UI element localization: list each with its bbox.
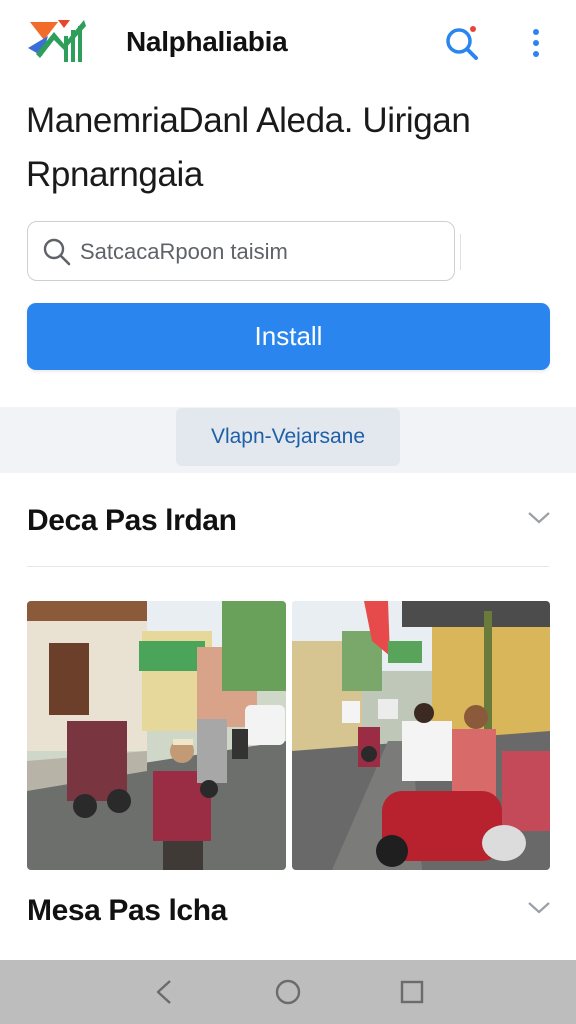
search-field[interactable]: [27, 221, 461, 281]
more-vert-icon[interactable]: [520, 22, 552, 66]
gallery-photo-left[interactable]: [27, 601, 286, 870]
section-header-2[interactable]: Mesa Pas lcha: [27, 894, 227, 928]
section-divider: [27, 566, 549, 567]
search-input[interactable]: [80, 230, 440, 274]
recents-square-icon[interactable]: [392, 972, 432, 1012]
system-nav-bar: [0, 960, 576, 1024]
chart-logo-icon: [28, 18, 90, 64]
back-triangle-icon[interactable]: [144, 972, 184, 1012]
app-name: Nalphaliabia: [126, 26, 288, 57]
chevron-down-icon[interactable]: [524, 503, 554, 533]
search-icon[interactable]: [440, 22, 484, 66]
page-title-line-1: ManemriaDanl Aleda. Uirigan: [26, 101, 471, 140]
search-field-icon: [42, 237, 72, 267]
chevron-down-icon[interactable]: [524, 893, 554, 923]
gallery-photo-right[interactable]: [292, 601, 550, 870]
page-title: ManemriaDanl Aleda. Uirigan Rpnarngaia: [26, 94, 556, 202]
page-title-line-2: Rpnarngaia: [26, 155, 203, 194]
home-circle-icon[interactable]: [268, 972, 308, 1012]
search-field-divider: [460, 234, 461, 270]
version-chip[interactable]: Vlapn-Vejarsane: [176, 408, 400, 466]
section-header-1[interactable]: Deca Pas lrdan: [27, 504, 237, 538]
install-button[interactable]: Install: [27, 303, 550, 370]
app-bar: Nalphaliabia: [0, 0, 576, 84]
